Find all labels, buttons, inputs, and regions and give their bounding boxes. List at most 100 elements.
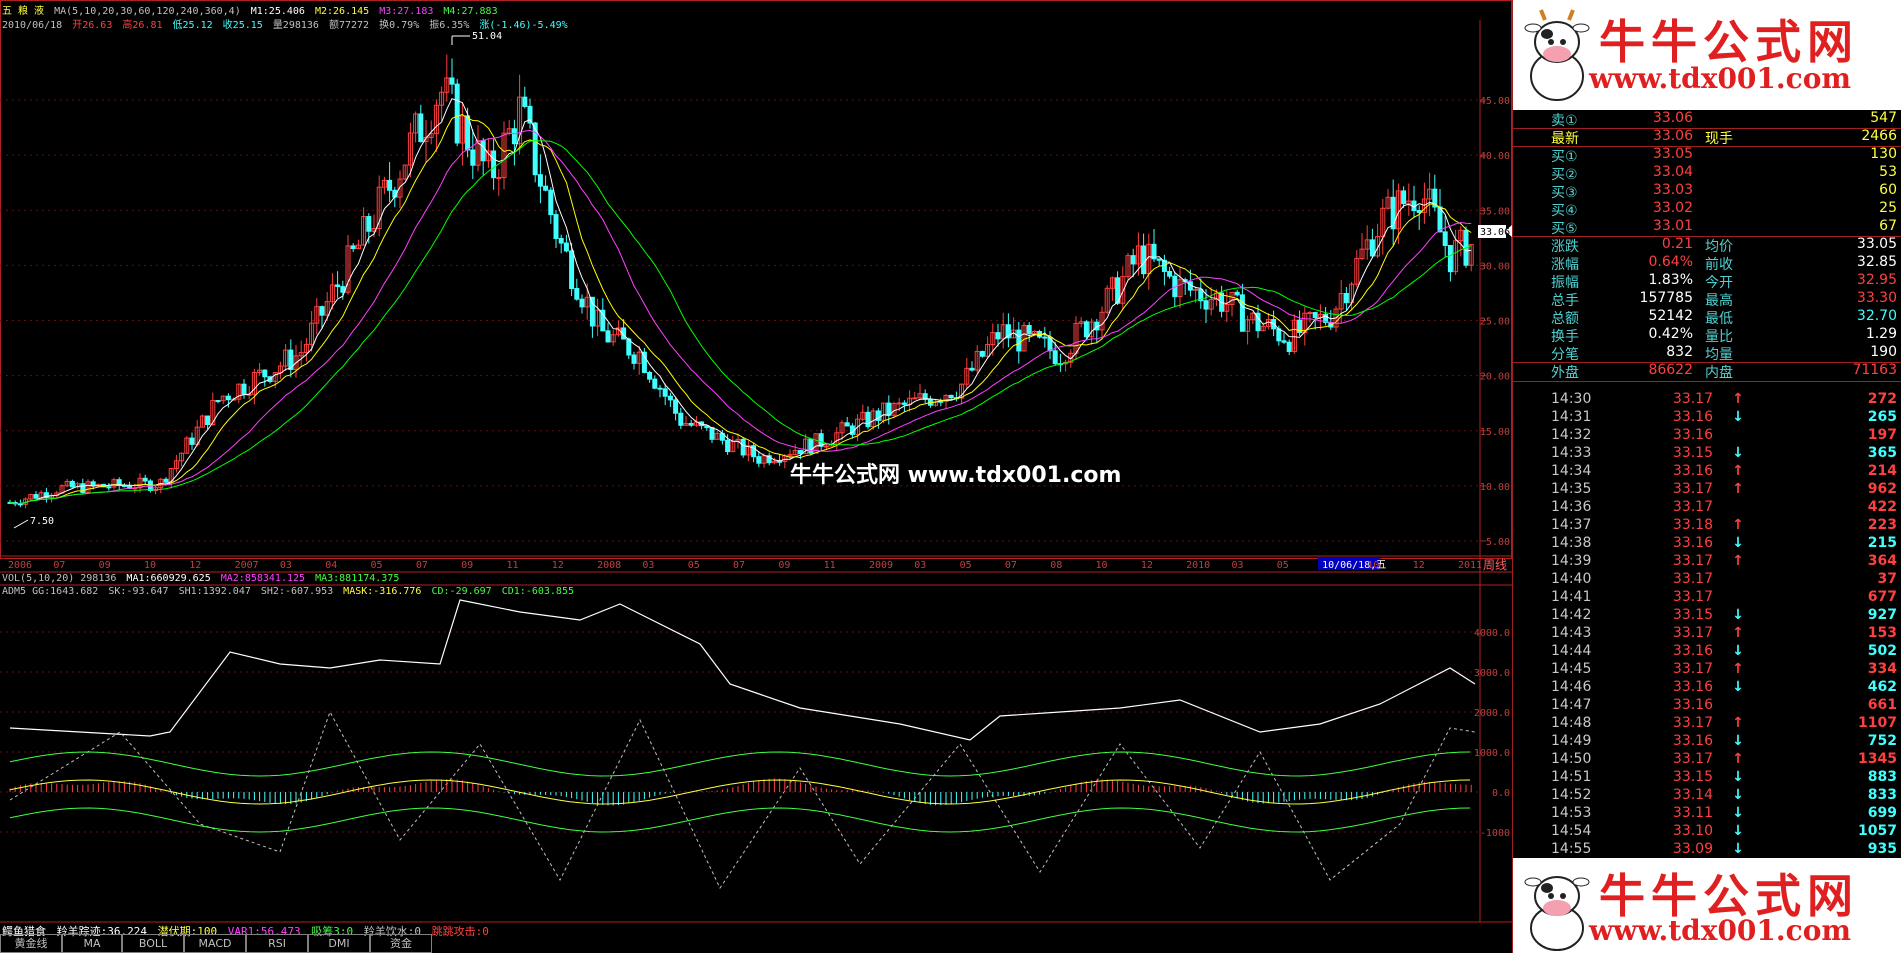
candle-body <box>1416 210 1422 213</box>
candle-body <box>543 185 549 191</box>
candle-body <box>1042 336 1048 339</box>
adm-indicator-lines <box>9 599 1476 890</box>
candle-body <box>1276 328 1282 342</box>
tab-macd[interactable]: MACD <box>184 934 246 953</box>
tab-boll[interactable]: BOLL <box>122 934 184 953</box>
period-label[interactable]: 周线 <box>1483 558 1507 572</box>
tick-row[interactable]: 14:51 33.15 ↓ 883 <box>1513 769 1901 787</box>
sub-axis-label: 3000.0 <box>1474 668 1510 679</box>
tick-row[interactable]: 14:54 33.10 ↓ 1057 <box>1513 823 1901 841</box>
tick-volume: 364 <box>1867 553 1897 569</box>
candle-body <box>225 395 231 401</box>
candle-body <box>631 354 637 364</box>
tick-row[interactable]: 14:37 33.18 ↑ 223 <box>1513 517 1901 535</box>
time-axis-label: 10 <box>1367 560 1379 571</box>
quote-label: 买④ <box>1551 203 1578 219</box>
adm-sk: SK:-93.647 <box>108 586 169 597</box>
tick-row[interactable]: 14:36 33.17 422 <box>1513 499 1901 517</box>
tick-row[interactable]: 14:47 33.16 661 <box>1513 697 1901 715</box>
tick-row[interactable]: 14:46 33.16 ↓ 462 <box>1513 679 1901 697</box>
tick-row[interactable]: 14:52 33.14 ↓ 833 <box>1513 787 1901 805</box>
tick-time: 14:41 <box>1551 589 1592 605</box>
candle-body <box>1234 291 1240 296</box>
quote-label-2: 均量 <box>1705 347 1733 363</box>
tick-row[interactable]: 14:31 33.16 ↓ 265 <box>1513 409 1901 427</box>
adm-gg: ADM5 GG:1643.682 <box>2 586 99 597</box>
tick-row[interactable]: 14:49 33.16 ↓ 752 <box>1513 733 1901 751</box>
quote-value: 52142 <box>1648 308 1693 324</box>
candle-body <box>1281 340 1287 343</box>
price-axis-label: 15.00 <box>1480 427 1510 438</box>
tick-row[interactable]: 14:40 33.17 37 <box>1513 571 1901 589</box>
quote-value: 0.64% <box>1648 254 1693 270</box>
time-axis-label: 03 <box>1231 560 1243 571</box>
tab-funds[interactable]: 资金 <box>370 934 432 953</box>
quote-volume: 2466 <box>1861 128 1897 144</box>
quote-value: 33.02 <box>1652 200 1693 216</box>
price-axis-label: 45.00 <box>1480 96 1510 107</box>
tick-row[interactable]: 14:55 33.09 ↓ 935 <box>1513 841 1901 859</box>
ad-banner-bottom[interactable]: 牛牛公式网 www.tdx001.com <box>1513 858 1901 953</box>
tick-volume: 833 <box>1867 787 1897 803</box>
candle-body <box>1369 239 1375 257</box>
tab-dmi[interactable]: DMI <box>308 934 370 953</box>
tick-row[interactable]: 14:32 33.16 197 <box>1513 427 1901 445</box>
tab-golden-line[interactable]: 黄金线 <box>0 934 62 953</box>
separator <box>1513 381 1901 382</box>
tick-row[interactable]: 14:50 33.17 ↑ 1345 <box>1513 751 1901 769</box>
tick-row[interactable]: 14:53 33.11 ↓ 699 <box>1513 805 1901 823</box>
banner-url: www.tdx001.com <box>1589 62 1851 95</box>
tick-row[interactable]: 14:45 33.17 ↑ 334 <box>1513 661 1901 679</box>
quote-value: 832 <box>1666 344 1693 360</box>
time-axis-label: 12 <box>552 560 564 571</box>
tab-rsi[interactable]: RSI <box>246 934 308 953</box>
tick-price: 33.17 <box>1672 625 1713 641</box>
quote-label: 买③ <box>1551 185 1578 201</box>
tick-row[interactable]: 14:38 33.16 ↓ 215 <box>1513 535 1901 553</box>
candle-body <box>1312 312 1318 318</box>
arrow-up-icon: ↑ <box>1732 517 1744 533</box>
candle-body <box>319 306 325 316</box>
candle-body <box>1026 324 1032 335</box>
candle-body <box>548 189 554 216</box>
time-axis-label: 05 <box>1277 560 1289 571</box>
tick-row[interactable]: 14:44 33.16 ↓ 502 <box>1513 643 1901 661</box>
arrow-down-icon: ↓ <box>1732 409 1744 425</box>
tab-ma[interactable]: MA <box>62 934 122 953</box>
tick-row[interactable]: 14:39 33.17 ↑ 364 <box>1513 553 1901 571</box>
quote-value: 0.21 <box>1661 236 1693 252</box>
banner-url: www.tdx001.com <box>1589 914 1851 947</box>
tick-time: 14:30 <box>1551 391 1592 407</box>
sub-axis-label: 1000.0 <box>1474 748 1510 759</box>
ad-banner-top[interactable]: 牛牛公式网 www.tdx001.com <box>1513 0 1901 110</box>
price-axis-label: 10.00 <box>1480 482 1510 493</box>
tick-row[interactable]: 14:33 33.15 ↓ 365 <box>1513 445 1901 463</box>
arrow-down-icon: ↓ <box>1732 535 1744 551</box>
price-axis-label: 30.00 <box>1480 261 1510 272</box>
quote-volume: 32.85 <box>1856 254 1897 270</box>
tick-time: 14:42 <box>1551 607 1592 623</box>
quote-value: 157785 <box>1639 290 1693 306</box>
vol-params: VOL(5,10,20) 298136 <box>2 573 117 584</box>
time-axis-label: 11 <box>506 560 518 571</box>
tick-volume: 265 <box>1867 409 1897 425</box>
time-axis-label: 2009 <box>869 560 893 571</box>
tick-row[interactable]: 14:34 33.16 ↑ 214 <box>1513 463 1901 481</box>
tick-row[interactable]: 14:41 33.17 677 <box>1513 589 1901 607</box>
chart-area[interactable]: 五 粮 液 MA(5,10,20,30,60,120,240,360,4) M1… <box>0 0 1512 953</box>
tick-row[interactable]: 14:30 33.17 ↑ 272 <box>1513 391 1901 409</box>
tick-row[interactable]: 14:43 33.17 ↑ 153 <box>1513 625 1901 643</box>
watermark-text: 牛牛公式网 www.tdx001.com <box>790 462 1121 488</box>
arrow-up-icon: ↑ <box>1732 715 1744 731</box>
arrow-up-icon: ↑ <box>1732 463 1744 479</box>
tick-row[interactable]: 14:42 33.15 ↓ 927 <box>1513 607 1901 625</box>
time-axis-label: 2010 <box>1186 560 1210 571</box>
tick-row[interactable]: 14:35 33.17 ↑ 962 <box>1513 481 1901 499</box>
candle-body <box>1016 329 1022 352</box>
adm-header: ADM5 GG:1643.682 SK:-93.647 SH1:1392.047… <box>2 586 578 597</box>
tick-row[interactable]: 14:48 33.17 ↑ 1107 <box>1513 715 1901 733</box>
kline-chart[interactable]: 45.00 40.00 35.00 30.00 25.00 20.00 15.00 10.00… <box>0 0 1512 953</box>
tick-price: 33.15 <box>1672 445 1713 461</box>
tick-price: 33.17 <box>1672 715 1713 731</box>
stat-row: 分笔 832 均量 190 <box>1513 344 1901 363</box>
